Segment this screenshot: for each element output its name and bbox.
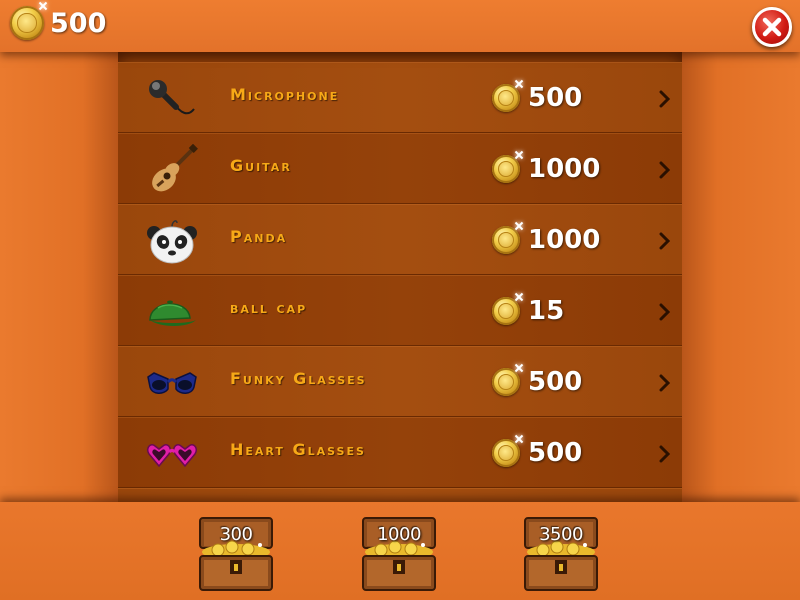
price-value: 500 — [528, 83, 583, 113]
chevron-right-icon — [659, 374, 670, 392]
coin-pack-amount: 1000 — [377, 524, 421, 545]
item-name: Funky Glasses — [230, 369, 367, 388]
gold-coin-icon — [492, 289, 527, 325]
gold-coin-icon — [492, 147, 527, 183]
item-price: 500 — [492, 431, 583, 470]
store-item-row[interactable]: Panda 1000 — [118, 204, 682, 275]
store-item-row[interactable]: Microphone 500 — [118, 62, 682, 133]
store-item-row[interactable]: Funky Glasses 500 — [118, 346, 682, 417]
close-button[interactable] — [752, 7, 792, 47]
right-margin — [682, 52, 800, 502]
coin-pack-bar: 300 1000 3500 — [0, 502, 800, 600]
coin-pack-button[interactable]: 300 — [196, 516, 276, 592]
store-item-row[interactable]: Heart Glasses 500 — [118, 417, 682, 488]
funky-glasses-icon — [147, 372, 197, 394]
chevron-right-icon — [659, 232, 670, 250]
gold-coin-icon — [492, 218, 527, 254]
chevron-right-icon — [659, 303, 670, 321]
chevron-right-icon — [659, 90, 670, 108]
left-margin — [0, 52, 118, 502]
coin-pack-button[interactable]: 3500 — [521, 516, 601, 592]
chevron-right-icon — [659, 161, 670, 179]
gold-coin-icon — [492, 431, 527, 467]
top-bar: 500 — [0, 0, 800, 52]
store-item-row[interactable] — [118, 488, 682, 502]
price-value: 1000 — [528, 225, 601, 255]
item-price: 1000 — [492, 218, 601, 257]
microphone-icon — [149, 80, 195, 115]
gold-coin-icon — [492, 76, 527, 112]
item-name: Guitar — [230, 156, 292, 175]
store-item-list[interactable]: Microphone 500 Guitar 1000 Panda 1000 ba… — [118, 52, 682, 502]
panda-icon — [147, 220, 197, 264]
item-name: Panda — [230, 227, 288, 246]
coin-balance: 500 — [10, 0, 107, 40]
store-item-row[interactable]: ball cap 15 — [118, 275, 682, 346]
gold-coin-icon — [492, 360, 527, 396]
gold-coin-icon — [10, 0, 51, 40]
price-value: 1000 — [528, 154, 601, 184]
item-price: 500 — [492, 360, 583, 399]
ball-cap-icon — [149, 300, 196, 326]
chevron-right-icon — [659, 445, 670, 463]
coin-pack-amount: 300 — [219, 524, 253, 545]
item-price: 15 — [492, 289, 565, 328]
item-price: 500 — [492, 76, 583, 115]
coin-pack-button[interactable]: 1000 — [359, 516, 439, 592]
item-name: Heart Glasses — [230, 440, 366, 459]
item-name: ball cap — [230, 298, 308, 317]
store-item-row[interactable]: Guitar 1000 — [118, 133, 682, 204]
close-x-icon — [762, 17, 782, 37]
item-name: Microphone — [230, 85, 340, 104]
heart-glasses-icon — [146, 443, 198, 468]
guitar-icon — [152, 144, 198, 192]
price-value: 15 — [528, 296, 565, 326]
price-value: 500 — [528, 367, 583, 397]
price-value: 500 — [528, 438, 583, 468]
balance-value: 500 — [50, 7, 107, 39]
item-price: 1000 — [492, 147, 601, 186]
coin-pack-amount: 3500 — [539, 524, 583, 545]
